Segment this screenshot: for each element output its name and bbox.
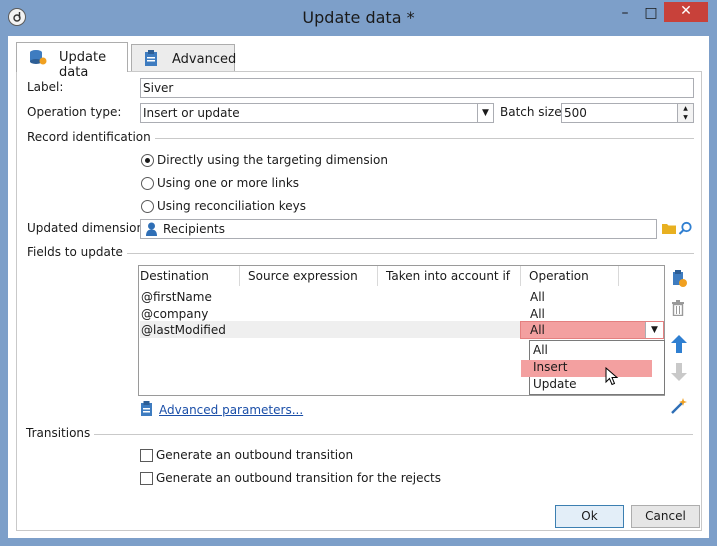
label-caption: Label:: [27, 80, 64, 94]
trash-icon[interactable]: [671, 300, 687, 317]
cell-operation[interactable]: All: [530, 290, 545, 304]
folder-icon[interactable]: [662, 222, 677, 238]
operation-dropdown-list: All Insert Update: [521, 340, 665, 395]
cancel-button[interactable]: Cancel: [631, 505, 700, 528]
rejects-transition-checkbox[interactable]: [140, 472, 153, 485]
dialog-window: Update data * – □ ✕ Update data Advanced…: [0, 0, 717, 546]
move-up-icon[interactable]: [671, 335, 687, 353]
transitions-heading: Transitions: [26, 426, 95, 440]
ok-button[interactable]: Ok: [555, 505, 624, 528]
outbound-transition-label: Generate an outbound transition: [156, 448, 354, 462]
operation-select-value: All: [530, 323, 545, 337]
col-header-destination[interactable]: Destination: [140, 269, 209, 283]
radio-targeting-dimension-label: Directly using the targeting dimension: [157, 153, 388, 167]
chevron-down-icon[interactable]: ▼: [645, 322, 663, 338]
label-input-value: Siver: [143, 81, 174, 95]
tab-advanced[interactable]: Advanced: [131, 44, 237, 72]
col-header-source-expression[interactable]: Source expression: [248, 269, 358, 283]
updated-dimension-field[interactable]: Recipients: [140, 219, 657, 239]
col-separator: [520, 266, 521, 286]
search-icon[interactable]: [678, 221, 693, 239]
cell-operation[interactable]: All: [530, 307, 545, 321]
tab-update-data[interactable]: Update data: [16, 42, 128, 80]
tab-advanced-label: Advanced: [172, 52, 237, 67]
updated-dimension-value: Recipients: [163, 222, 226, 236]
tab-update-data-label: Update data: [59, 50, 107, 80]
col-header-condition[interactable]: Taken into account if: [386, 269, 510, 283]
add-field-icon[interactable]: [671, 270, 687, 287]
col-separator: [377, 266, 378, 286]
cell-destination[interactable]: @company: [141, 307, 208, 321]
updated-dimension-caption: Updated dimension:: [27, 221, 149, 235]
batch-size-caption: Batch size:: [500, 105, 566, 119]
col-separator: [618, 266, 619, 286]
radio-reconciliation-keys-label: Using reconciliation keys: [157, 199, 307, 213]
operation-type-caption: Operation type:: [27, 105, 122, 119]
maximize-button[interactable]: □: [638, 4, 664, 24]
magic-wand-icon[interactable]: [671, 398, 687, 414]
dropdown-option-all[interactable]: All: [530, 342, 664, 359]
outbound-transition-checkbox[interactable]: [140, 449, 153, 462]
operation-type-select[interactable]: Insert or update ▼: [140, 103, 494, 123]
transitions-divider: [26, 434, 693, 435]
cell-destination[interactable]: @firstName: [141, 290, 212, 304]
cell-destination[interactable]: @lastModified: [141, 323, 226, 337]
user-icon: [146, 222, 157, 238]
dropdown-option-insert[interactable]: Insert: [530, 359, 664, 376]
radio-links[interactable]: [141, 177, 154, 190]
title-bar[interactable]: Update data * – □ ✕: [0, 0, 717, 36]
col-separator: [239, 266, 240, 286]
mouse-cursor-icon: [605, 366, 619, 390]
fields-grid[interactable]: Destination Source expression Taken into…: [138, 265, 665, 396]
fields-to-update-divider: [27, 253, 694, 254]
spin-down-icon[interactable]: ▼: [678, 113, 693, 122]
batch-size-value: 500: [564, 106, 587, 120]
col-header-operation[interactable]: Operation: [529, 269, 589, 283]
label-input[interactable]: Siver: [140, 78, 694, 98]
advanced-parameters-link[interactable]: Advanced parameters...: [159, 403, 303, 417]
spin-up-icon[interactable]: ▲: [678, 104, 693, 113]
rejects-transition-label: Generate an outbound transition for the …: [156, 471, 442, 485]
chevron-down-icon[interactable]: ▼: [477, 104, 493, 122]
fields-to-update-heading: Fields to update: [27, 245, 127, 259]
operation-select[interactable]: All ▼: [520, 321, 664, 339]
window-title: Update data *: [302, 8, 415, 27]
clipboard-icon: [144, 50, 158, 71]
database-icon: [29, 49, 47, 70]
radio-links-label: Using one or more links: [157, 176, 300, 190]
clipboard-icon: [140, 401, 153, 420]
move-down-icon[interactable]: [671, 363, 687, 381]
operation-type-value: Insert or update: [143, 106, 240, 120]
radio-reconciliation-keys[interactable]: [141, 200, 154, 213]
record-identification-heading: Record identification: [27, 130, 155, 144]
batch-size-input[interactable]: 500 ▲ ▼: [561, 103, 694, 123]
dropdown-option-update[interactable]: Update: [530, 376, 664, 393]
dialog-body: Update data Advanced Label: Siver Operat…: [8, 36, 709, 538]
close-button[interactable]: ✕: [664, 2, 708, 22]
radio-targeting-dimension[interactable]: [141, 154, 154, 167]
minimize-button[interactable]: –: [612, 4, 638, 24]
batch-size-spinner[interactable]: ▲ ▼: [677, 104, 693, 122]
